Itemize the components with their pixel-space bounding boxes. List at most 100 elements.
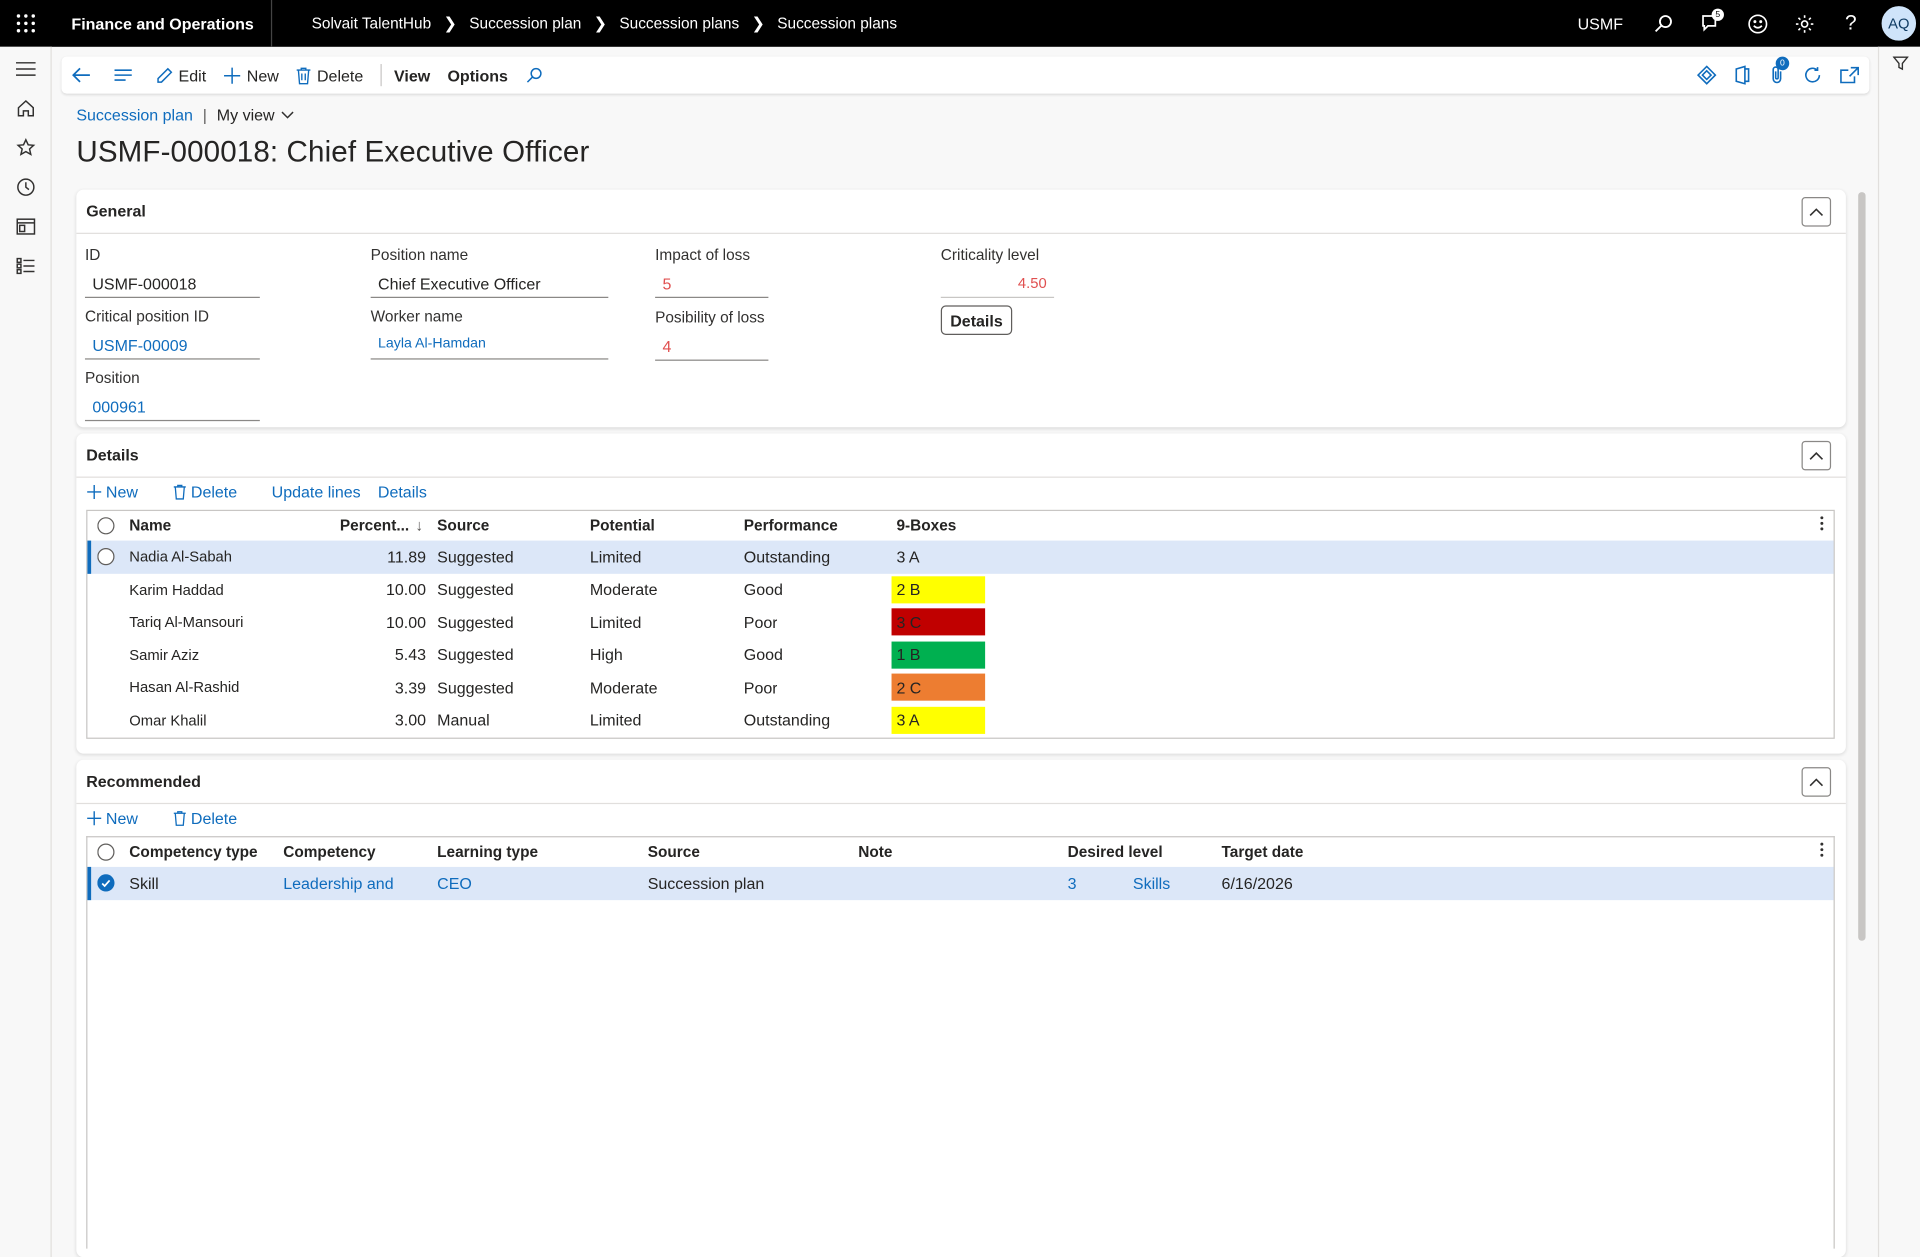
nine-box-cell[interactable]: 2 B bbox=[891, 575, 986, 604]
potential-cell[interactable]: Limited bbox=[590, 541, 642, 574]
name-cell[interactable]: Nadia Al-Sabah bbox=[129, 541, 232, 574]
worker-name-value[interactable]: Layla Al-Hamdan bbox=[370, 332, 609, 360]
avatar[interactable]: AQ bbox=[1881, 6, 1917, 41]
table-row[interactable]: Skill Leadership and CEO Succession plan… bbox=[87, 866, 1834, 900]
table-row[interactable]: Tariq Al-Mansouri 10.00 Suggested Limited Po… bbox=[87, 606, 1833, 639]
column-header[interactable]: Percent... ↓ bbox=[340, 511, 423, 541]
percent-cell[interactable]: 11.89 bbox=[340, 541, 426, 574]
more-options-icon[interactable] bbox=[1820, 842, 1824, 860]
home-icon[interactable] bbox=[0, 89, 52, 128]
search-icon[interactable] bbox=[1640, 0, 1687, 47]
potential-cell[interactable]: Limited bbox=[590, 606, 642, 639]
view-tab[interactable]: View bbox=[394, 57, 430, 94]
column-header[interactable]: Target date bbox=[1222, 837, 1304, 867]
favorites-star-icon[interactable] bbox=[0, 128, 52, 167]
name-cell[interactable]: Tariq Al-Mansouri bbox=[129, 606, 243, 639]
company-selector[interactable]: USMF bbox=[1578, 14, 1623, 32]
position-value[interactable]: 000961 bbox=[84, 394, 260, 422]
potential-cell[interactable]: Moderate bbox=[590, 671, 658, 704]
source-cell[interactable]: Suggested bbox=[437, 671, 514, 704]
back-button[interactable] bbox=[71, 57, 96, 94]
table-row[interactable]: Hasan Al-Rashid 3.39 Suggested Moderate Poor… bbox=[87, 671, 1833, 704]
percent-cell[interactable]: 3.39 bbox=[340, 671, 426, 704]
column-header[interactable]: Competency bbox=[283, 837, 375, 867]
target-date-cell[interactable]: 6/16/2026 bbox=[1222, 867, 1293, 900]
collapse-chevron-up-icon[interactable] bbox=[1801, 440, 1832, 471]
percent-cell[interactable]: 5.43 bbox=[340, 638, 426, 671]
notifications-icon[interactable]: 5 bbox=[1687, 0, 1734, 47]
id-value[interactable]: USMF-000018 bbox=[84, 271, 260, 298]
table-row[interactable]: Karim Haddad 10.00 Suggested Moderate Good 2 … bbox=[87, 573, 1833, 606]
nine-box-cell[interactable]: 3 A bbox=[891, 706, 986, 734]
source-cell[interactable]: Manual bbox=[437, 704, 490, 737]
list-menu-icon[interactable] bbox=[113, 57, 138, 94]
recent-clock-icon[interactable] bbox=[0, 167, 52, 206]
breadcrumb-item[interactable]: Succession plans bbox=[777, 15, 897, 32]
performance-cell[interactable]: Poor bbox=[744, 671, 778, 704]
workspaces-icon[interactable] bbox=[0, 207, 52, 246]
details-details-button[interactable]: Details bbox=[378, 483, 427, 501]
app-title[interactable]: Finance and Operations bbox=[52, 0, 273, 47]
app-launcher-icon[interactable] bbox=[0, 0, 52, 47]
chevron-down-icon[interactable] bbox=[281, 111, 295, 120]
critical-position-value[interactable]: USMF-00009 bbox=[84, 332, 260, 360]
position-name-value[interactable]: Chief Executive Officer bbox=[370, 271, 609, 298]
more-options-icon[interactable] bbox=[1820, 516, 1824, 534]
refresh-icon[interactable] bbox=[1803, 65, 1823, 85]
details-header[interactable]: Details bbox=[76, 433, 1846, 478]
table-row[interactable]: Samir Aziz 5.43 Suggested High Good 1 B bbox=[87, 638, 1833, 671]
name-cell[interactable]: Samir Aziz bbox=[129, 638, 199, 671]
source-cell[interactable]: Suggested bbox=[437, 541, 514, 574]
desired-level-cell[interactable]: 3 bbox=[1068, 867, 1077, 900]
table-row[interactable]: Omar Khalil 3.00 Manual Limited Outstanding 3… bbox=[87, 704, 1833, 737]
name-cell[interactable]: Karim Haddad bbox=[129, 573, 223, 606]
breadcrumb-item[interactable]: Solvait TalentHub bbox=[312, 15, 432, 32]
column-header[interactable]: Name bbox=[129, 511, 171, 541]
column-header[interactable]: Performance bbox=[744, 511, 838, 541]
attachments-icon[interactable]: 0 bbox=[1768, 56, 1790, 85]
action-search-icon[interactable] bbox=[525, 57, 547, 94]
column-header[interactable]: Source bbox=[437, 511, 489, 541]
breadcrumb-item[interactable]: Succession plan bbox=[469, 15, 581, 32]
column-header[interactable]: Source bbox=[648, 837, 700, 867]
row-checked-icon[interactable] bbox=[97, 874, 115, 892]
collapse-chevron-up-icon[interactable] bbox=[1801, 197, 1832, 227]
options-tab[interactable]: Options bbox=[447, 57, 507, 94]
source-cell[interactable]: Suggested bbox=[437, 638, 514, 671]
power-apps-icon[interactable] bbox=[1696, 65, 1717, 85]
competency-cell[interactable]: Leadership and bbox=[283, 867, 393, 900]
filter-icon[interactable] bbox=[1892, 55, 1909, 77]
column-header[interactable]: Note bbox=[858, 837, 892, 867]
potential-cell[interactable]: Limited bbox=[590, 704, 642, 737]
breadcrumb-item[interactable]: Succession plans bbox=[619, 15, 739, 32]
row-select-radio[interactable] bbox=[97, 548, 115, 566]
select-all-radio[interactable] bbox=[97, 517, 115, 535]
source-cell[interactable]: Suggested bbox=[437, 606, 514, 639]
impact-of-loss-value[interactable]: 5 bbox=[655, 271, 769, 298]
column-header[interactable]: Potential bbox=[590, 511, 655, 541]
feedback-smile-icon[interactable] bbox=[1734, 0, 1781, 47]
performance-cell[interactable]: Good bbox=[744, 638, 783, 671]
column-header[interactable]: Desired level bbox=[1068, 837, 1163, 867]
open-new-window-icon[interactable] bbox=[1840, 66, 1860, 84]
recommended-header[interactable]: Recommended bbox=[76, 760, 1846, 805]
office-icon[interactable] bbox=[1734, 65, 1751, 85]
settings-gear-icon[interactable] bbox=[1781, 0, 1828, 47]
details-delete-button[interactable]: Delete bbox=[172, 483, 254, 501]
percent-cell[interactable]: 10.00 bbox=[340, 573, 426, 606]
table-row[interactable]: Nadia Al-Sabah 11.89 Suggested Limited Outst… bbox=[87, 540, 1834, 574]
performance-cell[interactable]: Poor bbox=[744, 606, 778, 639]
potential-cell[interactable]: Moderate bbox=[590, 573, 658, 606]
desired-level-name-cell[interactable]: Skills bbox=[1133, 867, 1170, 900]
possibility-of-loss-value[interactable]: 4 bbox=[655, 334, 769, 361]
succession-plan-link[interactable]: Succession plan bbox=[76, 106, 193, 124]
column-header[interactable]: Competency type bbox=[129, 837, 257, 867]
update-lines-button[interactable]: Update lines bbox=[272, 483, 361, 501]
general-header[interactable]: General bbox=[76, 190, 1846, 234]
potential-cell[interactable]: High bbox=[590, 638, 623, 671]
row-selector[interactable] bbox=[97, 541, 115, 574]
competency-type-cell[interactable]: Skill bbox=[129, 867, 158, 900]
new-button[interactable]: New bbox=[223, 57, 279, 94]
my-view-dropdown[interactable]: My view bbox=[217, 106, 275, 124]
source-cell[interactable]: Succession plan bbox=[648, 867, 765, 900]
